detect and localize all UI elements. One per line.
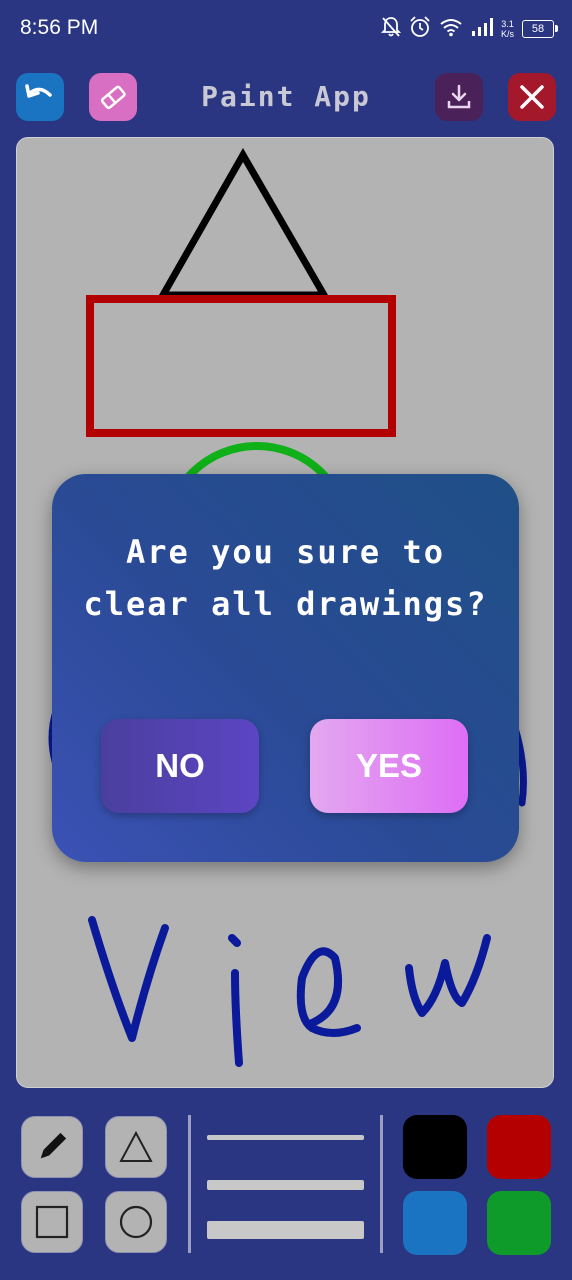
alarm-icon (409, 16, 431, 42)
net-speed: 3.1 K/s (501, 19, 514, 39)
drawn-triangle (156, 147, 331, 299)
clear-button[interactable] (508, 73, 556, 121)
net-speed-value: 3.1 (501, 19, 514, 29)
dialog-message-line2: clear all drawings? (83, 585, 488, 623)
divider-right (380, 1115, 383, 1253)
triangle-tool-button[interactable] (105, 1116, 167, 1178)
square-icon (35, 1205, 69, 1239)
battery-icon: 58 (522, 20, 558, 38)
status-icons: 3.1 K/s 58 (380, 14, 558, 44)
net-speed-unit: K/s (500, 29, 514, 39)
app-title: Paint App (201, 80, 371, 113)
pencil-icon (40, 1132, 67, 1159)
circle-tool-button[interactable] (105, 1191, 167, 1253)
dialog-message: Are you sure to clear all drawings? (52, 526, 519, 630)
no-button[interactable]: NO (101, 719, 259, 813)
freehand-text-view (88, 916, 491, 1067)
color-swatch-green[interactable] (487, 1191, 551, 1255)
yes-button[interactable]: YES (310, 719, 468, 813)
color-swatch-black[interactable] (403, 1115, 467, 1179)
stroke-width-thin[interactable] (207, 1135, 364, 1140)
dialog-message-line1: Are you sure to (126, 533, 445, 571)
confirm-dialog: Are you sure to clear all drawings? NO Y… (52, 474, 519, 862)
stroke-width-medium[interactable] (207, 1180, 364, 1190)
circle-icon (119, 1205, 153, 1239)
brush-tool-button[interactable] (21, 1116, 83, 1178)
bell-off-icon (380, 16, 402, 42)
close-icon (520, 85, 544, 109)
signal-icon (471, 17, 493, 41)
color-swatch-red[interactable] (487, 1115, 551, 1179)
save-button[interactable] (435, 73, 483, 121)
triangle-icon (119, 1130, 153, 1162)
color-swatch-blue[interactable] (403, 1191, 467, 1255)
status-time: 8:56 PM (20, 16, 99, 39)
wifi-icon (439, 17, 463, 41)
drawn-rectangle (86, 295, 396, 437)
rectangle-tool-button[interactable] (21, 1191, 83, 1253)
download-icon (447, 84, 471, 109)
divider-left (188, 1115, 191, 1253)
status-bar: 8:56 PM 3.1 K/s 58 (0, 0, 572, 58)
stroke-width-thick[interactable] (207, 1221, 364, 1239)
